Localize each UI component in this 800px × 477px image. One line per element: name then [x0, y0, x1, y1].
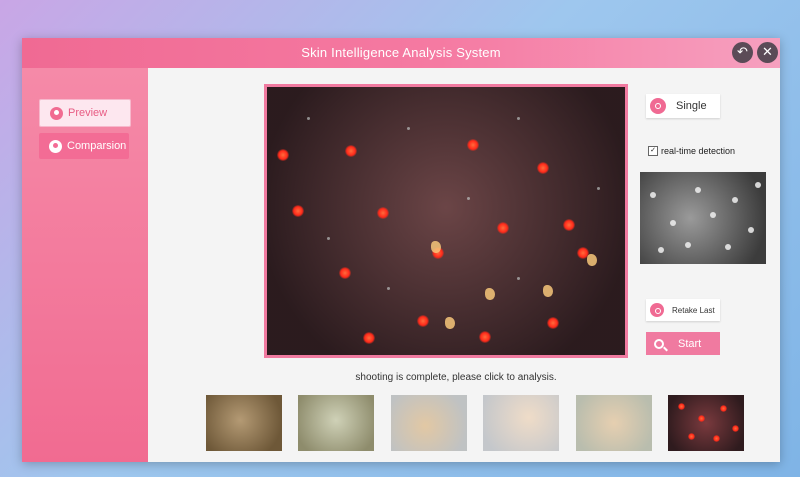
close-icon[interactable]: ✕ [757, 42, 778, 63]
red-spot [479, 331, 491, 343]
red-spot [713, 435, 720, 442]
sidebar-item-preview[interactable]: Preview [39, 99, 131, 127]
leaf-icon [50, 106, 63, 120]
flake [445, 317, 455, 329]
red-spot [345, 145, 357, 157]
red-spot [339, 267, 351, 279]
red-spot [678, 403, 685, 410]
bw-spot [685, 242, 691, 248]
red-spot [720, 405, 727, 412]
sidebar: Preview Comparsion [22, 68, 148, 462]
red-spot [688, 433, 695, 440]
bw-spot [725, 244, 731, 250]
start-button[interactable]: Start [646, 332, 720, 355]
capture-icon [650, 98, 666, 114]
speck [597, 187, 600, 190]
single-label: Single [676, 100, 707, 112]
thumbnail-5[interactable] [576, 395, 652, 451]
detection-preview-image [640, 172, 766, 264]
realtime-detection-checkbox[interactable]: ✓ [648, 146, 658, 156]
speck [517, 117, 520, 120]
undo-arrow-icon[interactable]: ↶ [732, 42, 753, 63]
flake [431, 241, 441, 253]
bw-spot [695, 187, 701, 193]
title-bar: Skin Intelligence Analysis System ↶ ✕ [22, 38, 780, 68]
red-spot [467, 139, 479, 151]
flake [587, 254, 597, 266]
status-text: shooting is complete, please click to an… [355, 372, 557, 383]
red-spot [563, 219, 575, 231]
leaf-icon [49, 139, 62, 153]
retake-label: Retake Last [672, 305, 715, 315]
main-content: Single ✓ real-time detection Retake Last… [148, 68, 780, 462]
red-spot [732, 425, 739, 432]
retake-last-button[interactable]: Retake Last [646, 299, 720, 321]
thumbnail-1[interactable] [206, 395, 282, 451]
speck [467, 197, 470, 200]
red-spot [417, 315, 429, 327]
thumbnail-3[interactable] [391, 395, 467, 451]
speck [387, 287, 390, 290]
bw-spot [732, 197, 738, 203]
thumbnail-2[interactable] [298, 395, 374, 451]
speck [307, 117, 310, 120]
red-spot [277, 149, 289, 161]
speck [517, 277, 520, 280]
bw-spot [658, 247, 664, 253]
thumbnail-4[interactable] [483, 395, 559, 451]
main-preview-image [264, 84, 628, 358]
sidebar-item-comparison[interactable]: Comparsion [39, 133, 129, 159]
sidebar-item-label: Comparsion [67, 140, 127, 152]
bw-spot [748, 227, 754, 233]
sidebar-item-label: Preview [68, 107, 108, 119]
window-title: Skin Intelligence Analysis System [301, 45, 501, 60]
realtime-detection-option[interactable]: ✓ real-time detection [648, 146, 735, 156]
microscope-image [267, 87, 625, 355]
bw-spot [650, 192, 656, 198]
red-spot [292, 205, 304, 217]
red-spot [698, 415, 705, 422]
retake-icon [650, 303, 664, 317]
red-spot [377, 207, 389, 219]
red-spot [363, 332, 375, 344]
bw-spot [710, 212, 716, 218]
realtime-detection-label: real-time detection [661, 146, 736, 156]
app-window: Skin Intelligence Analysis System ↶ ✕ Pr… [22, 38, 780, 462]
red-spot [537, 162, 549, 174]
thumbnail-6[interactable] [668, 395, 744, 451]
red-spot [547, 317, 559, 329]
flake [543, 285, 553, 297]
single-button[interactable]: Single [646, 94, 720, 118]
bw-spot [755, 182, 761, 188]
speck [327, 237, 330, 240]
flake [485, 288, 495, 300]
search-icon [654, 338, 664, 349]
start-label: Start [678, 337, 702, 350]
speck [407, 127, 410, 130]
red-spot [497, 222, 509, 234]
bw-spot [670, 220, 676, 226]
